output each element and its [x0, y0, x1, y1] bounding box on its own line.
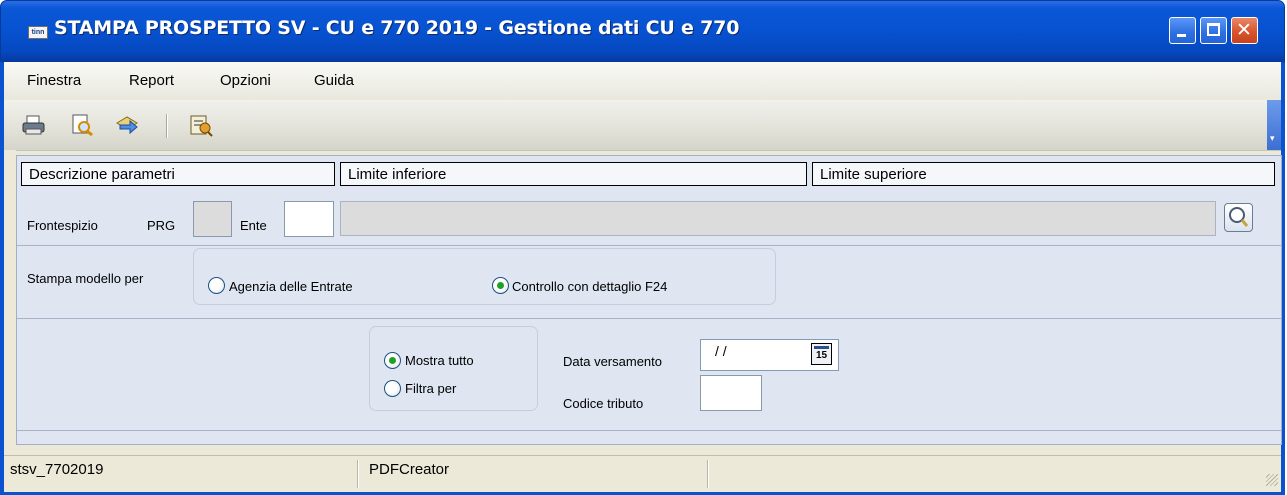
radio-selected-dot: [497, 282, 504, 289]
minimize-icon: [1177, 34, 1186, 37]
resize-grip-icon[interactable]: [1266, 474, 1278, 486]
codice-tributo-field[interactable]: [700, 375, 762, 411]
data-versamento-label: Data versamento: [563, 354, 662, 369]
data-versamento-value[interactable]: / /: [715, 343, 727, 359]
status-panel-printer: PDFCreator: [369, 461, 450, 478]
close-button[interactable]: ✕: [1231, 17, 1258, 44]
row-divider: [17, 430, 1281, 431]
radio-agenzia-entrate-label[interactable]: Agenzia delle Entrate: [229, 279, 353, 294]
report-settings-icon[interactable]: [188, 113, 214, 137]
column-header-lower-limit: Limite inferiore: [340, 162, 807, 186]
prg-label: PRG: [147, 218, 176, 233]
title-bar[interactable]: tinn STAMPA PROSPETTO SV - CU e 770 2019…: [0, 0, 1285, 62]
prg-field[interactable]: [193, 201, 232, 237]
stampa-modello-label: Stampa modello per: [27, 271, 144, 286]
radio-mostra-tutto[interactable]: [384, 352, 401, 369]
radio-controllo-f24[interactable]: [492, 277, 509, 294]
magnifier-icon: [1229, 207, 1249, 227]
radio-agenzia-entrate[interactable]: [208, 277, 225, 294]
row-divider: [17, 318, 1281, 319]
export-icon[interactable]: [114, 113, 140, 137]
radio-controllo-f24-label[interactable]: Controllo con dettaglio F24: [512, 279, 667, 294]
toolbar-separator: [166, 114, 168, 138]
menu-bar: Finestra Report Opzioni Guida: [4, 62, 1281, 98]
menu-guida[interactable]: Guida: [314, 72, 354, 89]
app-logo-icon: tinn: [28, 26, 48, 39]
radio-filtra-per-label[interactable]: Filtra per: [405, 381, 456, 396]
stampa-modello-group: [193, 248, 776, 305]
column-header-description: Descrizione parametri: [21, 162, 335, 186]
print-icon[interactable]: [21, 113, 47, 137]
status-panel-report: stsv_7702019: [10, 461, 104, 478]
print-preview-icon[interactable]: [69, 113, 95, 137]
minimize-button[interactable]: [1169, 17, 1196, 44]
chevron-down-icon: ▾: [1270, 134, 1275, 144]
radio-selected-dot: [389, 357, 396, 364]
menu-finestra[interactable]: Finestra: [27, 72, 81, 89]
toolbar-overflow-button[interactable]: ▾: [1267, 100, 1281, 150]
row-divider: [17, 245, 1281, 246]
content-left-margin: [4, 150, 16, 450]
maximize-icon: [1207, 23, 1220, 36]
ente-field[interactable]: [284, 201, 334, 237]
application-window: tinn STAMPA PROSPETTO SV - CU e 770 2019…: [0, 0, 1285, 495]
maximize-button[interactable]: [1200, 17, 1227, 44]
search-button[interactable]: [1224, 203, 1253, 232]
status-separator: [707, 460, 709, 488]
menu-opzioni[interactable]: Opzioni: [220, 72, 271, 89]
column-header-upper-limit: Limite superiore: [812, 162, 1275, 186]
calendar-icon[interactable]: 15: [811, 343, 832, 365]
radio-mostra-tutto-label[interactable]: Mostra tutto: [405, 353, 474, 368]
status-separator: [357, 460, 359, 488]
close-icon: ✕: [1236, 19, 1252, 41]
ente-description-field: [340, 201, 1216, 236]
menu-report[interactable]: Report: [129, 72, 174, 89]
codice-tributo-label: Codice tributo: [563, 396, 644, 411]
window-title: STAMPA PROSPETTO SV - CU e 770 2019 - Ge…: [54, 17, 740, 39]
frontespizio-label: Frontespizio: [27, 218, 98, 233]
ente-label: Ente: [240, 218, 267, 233]
radio-filtra-per[interactable]: [384, 380, 401, 397]
status-bar: [4, 455, 1281, 492]
